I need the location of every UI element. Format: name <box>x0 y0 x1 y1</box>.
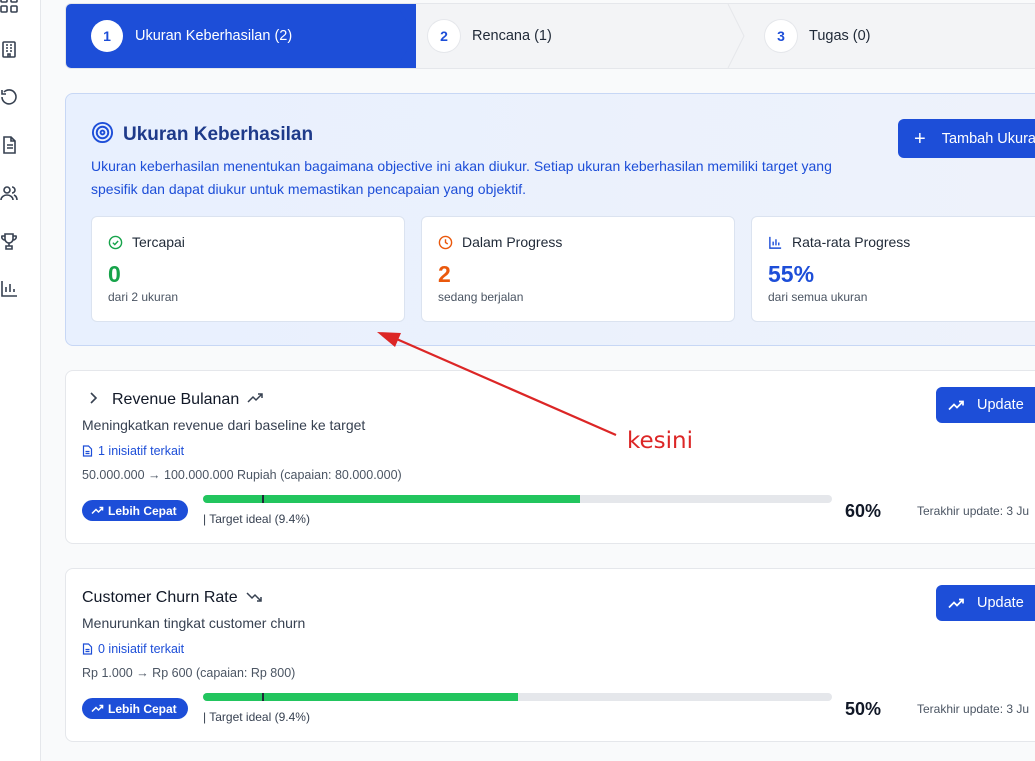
badge-label: Lebih Cepat <box>108 701 177 716</box>
stat-label: Rata-rata Progress <box>792 234 911 250</box>
progress-percent: 50% <box>845 699 882 719</box>
stat-subtext: dari semua ukuran <box>768 290 868 304</box>
trending-up-icon <box>247 391 264 409</box>
measure-range: 50.000.000 → 100.000.000 Rupiah (capaian… <box>82 468 402 482</box>
target-ideal-text: Target ideal (9.4%) <box>209 512 310 526</box>
sidebar <box>0 0 41 761</box>
target-icon <box>91 121 114 149</box>
step-label: Ukuran Keberhasilan (2) <box>135 28 293 44</box>
update-button[interactable]: Update <box>936 585 1035 621</box>
measure-range: Rp 1.000 → Rp 600 (capaian: Rp 800) <box>82 666 296 680</box>
stat-card-average-progress: Rata-rata Progress 55% dari semua ukuran <box>751 216 1035 322</box>
trending-up-icon <box>948 400 964 410</box>
step-arrow <box>396 4 416 68</box>
step-divider <box>727 4 745 68</box>
chevron-right-icon[interactable] <box>88 391 98 409</box>
trending-up-icon <box>91 506 104 515</box>
progress-fill <box>203 495 581 503</box>
stat-value: 2 <box>438 261 451 287</box>
add-measure-label: Tambah Ukuran <box>941 130 1035 147</box>
target-ideal-label: | Target ideal (9.4%) <box>203 512 310 526</box>
measure-card: Customer Churn Rate Menurunkan tingkat c… <box>65 568 1035 742</box>
stat-subtext: sedang berjalan <box>438 290 524 304</box>
users-icon[interactable] <box>0 183 19 203</box>
clock-icon <box>438 235 453 249</box>
measure-title: Revenue Bulanan <box>112 391 240 408</box>
last-update: Terakhir update: 3 Ju <box>917 504 1030 518</box>
related-initiatives-label: 1 inisiatif terkait <box>98 444 185 458</box>
progress-bar <box>203 495 832 503</box>
summary-header: Ukuran Keberhasilan <box>91 121 313 149</box>
target-ideal-marker <box>262 495 264 503</box>
stepper: 1 Ukuran Keberhasilan (2) 2 Rencana (1) … <box>65 3 1035 69</box>
stat-value: 0 <box>108 261 121 287</box>
step-number: 1 <box>91 20 123 52</box>
update-label: Update <box>977 595 1024 611</box>
step-label: Rencana (1) <box>472 28 552 44</box>
stat-subtext: dari 2 ukuran <box>108 290 179 304</box>
related-initiatives-link[interactable]: 0 inisiatif terkait <box>82 642 184 656</box>
progress-bar <box>203 693 832 701</box>
step-2[interactable]: 2 Rencana (1) <box>428 4 552 68</box>
step-1[interactable]: 1 Ukuran Keberhasilan (2) <box>66 4 416 68</box>
status-badge: Lebih Cepat <box>82 698 188 719</box>
stat-card-in-progress: Dalam Progress 2 sedang berjalan <box>421 216 735 322</box>
measure-header[interactable]: Customer Churn Rate <box>82 589 263 607</box>
stat-card-achieved: Tercapai 0 dari 2 ukuran <box>91 216 405 322</box>
stat-label: Dalam Progress <box>462 234 563 250</box>
update-button[interactable]: Update <box>936 387 1035 423</box>
summary-description: Ukuran keberhasilan menentukan bagaimana… <box>91 158 832 197</box>
measure-header[interactable]: Revenue Bulanan <box>88 391 264 409</box>
measure-title: Customer Churn Rate <box>82 589 238 606</box>
trending-down-icon <box>246 589 263 607</box>
document-icon <box>82 643 93 655</box>
related-initiatives-label: 0 inisiatif terkait <box>98 642 185 656</box>
document-icon[interactable] <box>0 135 19 155</box>
badge-label: Lebih Cepat <box>108 503 177 518</box>
target-ideal-label: | Target ideal (9.4%) <box>203 710 310 724</box>
step-number: 3 <box>765 20 797 52</box>
bar-chart-icon <box>769 236 782 249</box>
building-icon[interactable] <box>0 39 19 59</box>
update-label: Update <box>977 397 1024 413</box>
measure-description: Menurunkan tingkat customer churn <box>82 615 306 631</box>
trophy-icon[interactable] <box>0 231 19 251</box>
measure-card: Revenue Bulanan Meningkatkan revenue dar… <box>65 370 1035 544</box>
history-icon[interactable] <box>0 87 19 107</box>
target-ideal-text: Target ideal (9.4%) <box>209 710 310 724</box>
success-measures-summary: Ukuran Keberhasilan Ukuran keberhasilan … <box>65 93 1035 346</box>
step-3[interactable]: 3 Tugas (0) <box>765 4 871 68</box>
summary-title: Ukuran Keberhasilan <box>123 124 314 145</box>
trending-up-icon <box>948 598 964 608</box>
bar-chart-icon[interactable] <box>0 278 19 298</box>
last-update: Terakhir update: 3 Ju <box>917 702 1030 716</box>
add-measure-button[interactable]: + Tambah Ukuran <box>898 119 1035 158</box>
annotation-text: kesini <box>627 428 693 454</box>
status-badge: Lebih Cepat <box>82 500 188 521</box>
document-icon <box>82 445 93 457</box>
target-ideal-marker <box>262 693 264 701</box>
measure-description: Meningkatkan revenue dari baseline ke ta… <box>82 417 366 433</box>
progress-fill <box>203 693 518 701</box>
step-label: Tugas (0) <box>809 28 871 44</box>
step-number: 2 <box>428 20 460 52</box>
plus-icon: + <box>914 127 926 150</box>
trending-up-icon <box>91 704 104 713</box>
progress-percent: 60% <box>845 501 882 521</box>
grid-icon[interactable] <box>0 0 19 14</box>
related-initiatives-link[interactable]: 1 inisiatif terkait <box>82 444 184 458</box>
stat-value: 55% <box>768 261 815 287</box>
check-circle-icon <box>108 235 123 249</box>
stat-label: Tercapai <box>132 234 185 250</box>
